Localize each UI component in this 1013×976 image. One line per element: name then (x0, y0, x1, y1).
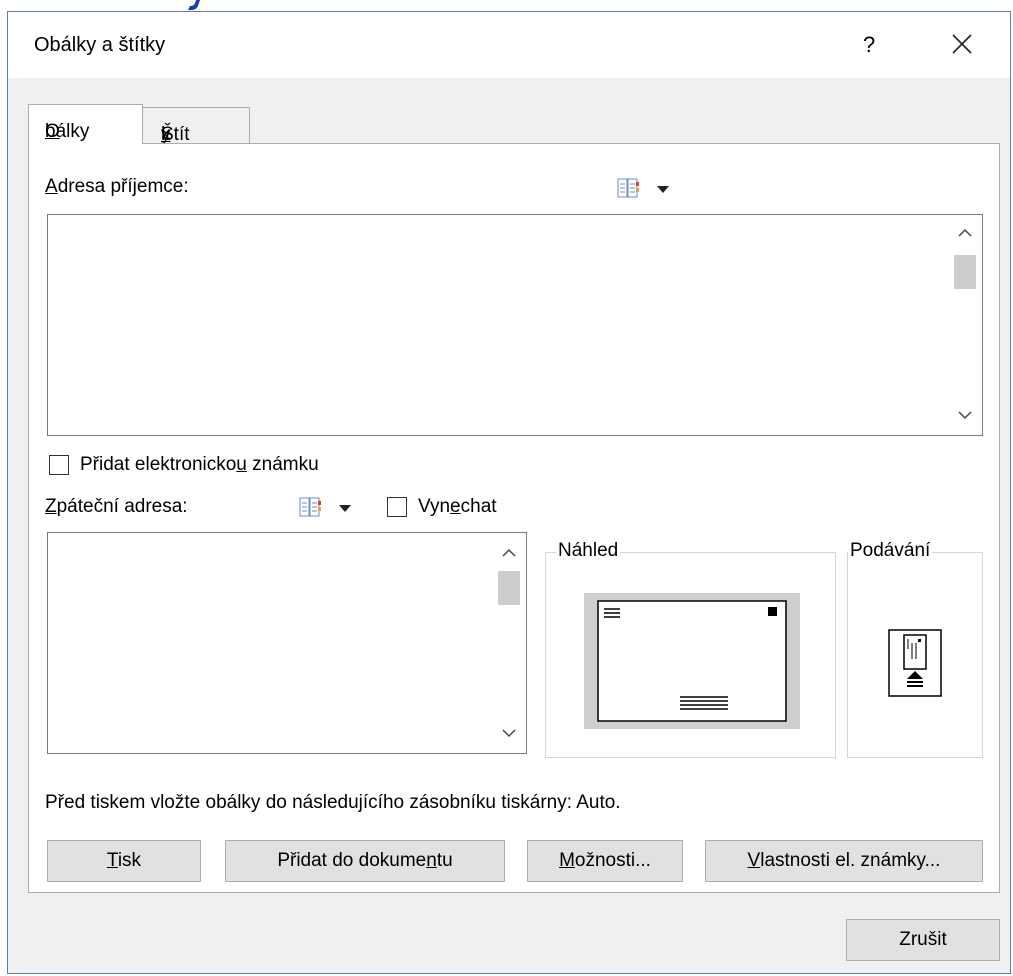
return-address-scroll-thumb[interactable] (498, 571, 520, 605)
recipient-scrollbar[interactable] (948, 215, 982, 435)
return-address-label: Zpáteční adresa: (45, 496, 188, 517)
address-book-icon[interactable] (617, 178, 639, 198)
omit-checkbox[interactable] (387, 497, 407, 517)
add-to-document-button[interactable]: Přidat do dokumentu (225, 840, 505, 882)
printer-tray-info: Před tiskem vložte obálky do následující… (45, 792, 621, 813)
scroll-up-icon[interactable] (501, 545, 517, 561)
cancel-button[interactable]: Zrušit (846, 919, 1000, 961)
return-address-scrollbar[interactable] (492, 533, 526, 753)
return-address-book-dropdown[interactable] (339, 505, 351, 512)
tab-labels[interactable]: Štít k y (142, 107, 250, 145)
recipient-address-book-dropdown[interactable] (657, 186, 669, 193)
recipient-address-label: Adresa příjemce: (45, 176, 189, 197)
envelope-feed-icon[interactable] (888, 629, 942, 697)
title-bar: Obálky a štítky ? (8, 12, 1010, 78)
preview-label[interactable]: Náhled (556, 540, 621, 562)
options-button[interactable]: Možnosti... (527, 840, 683, 882)
scroll-up-icon[interactable] (957, 225, 973, 241)
epostage-properties-button[interactable]: Vlastnosti el. známky... (705, 840, 983, 882)
tab-envelopes[interactable]: Obálky (28, 104, 143, 144)
epostage-checkbox[interactable] (49, 455, 69, 475)
scroll-down-icon[interactable] (501, 725, 517, 741)
close-icon[interactable] (950, 32, 974, 56)
recipient-address-input[interactable] (47, 214, 983, 436)
envelopes-labels-dialog: Obálky a štítky ? Obálky Štít k y Adresa p… (7, 11, 1011, 974)
dialog-title: Obálky a štítky (34, 34, 166, 56)
envelope-preview-icon[interactable] (584, 593, 800, 729)
feed-group: Podávání (847, 540, 983, 758)
preview-group: Náhled (545, 540, 836, 758)
epostage-label: Přidat elektronickou známku (80, 454, 319, 475)
scroll-down-icon[interactable] (957, 407, 973, 423)
recipient-scroll-thumb[interactable] (954, 255, 976, 289)
feed-label[interactable]: Podávání (848, 540, 933, 562)
help-button[interactable]: ? (863, 32, 875, 58)
envelopes-panel: Adresa příjemce: Přidat elektronickou zn… (28, 143, 1000, 893)
return-address-book-icon[interactable] (299, 497, 321, 517)
omit-label: Vynechat (418, 496, 497, 517)
print-button[interactable]: Tisk (47, 840, 201, 882)
return-address-input[interactable] (47, 532, 527, 754)
